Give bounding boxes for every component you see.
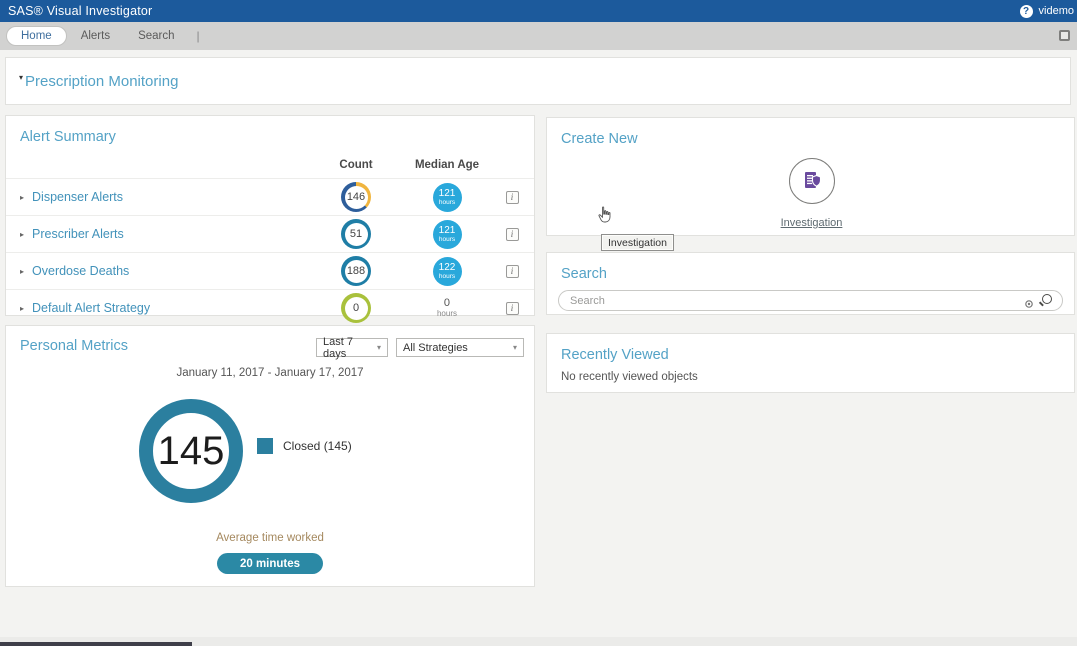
table-row: ▸ Prescriber Alerts 51 121hours i [6, 215, 534, 252]
personal-metrics-panel: Personal Metrics Last 7 days ▾ All Strat… [5, 325, 535, 587]
median-age-badge: 121hours [433, 220, 462, 249]
expand-caret-icon[interactable]: ▸ [20, 267, 24, 276]
tab-search[interactable]: Search [124, 27, 188, 45]
alert-summary-panel: Alert Summary Count Median Age ▸ Dispens… [5, 115, 535, 316]
count-value: 188 [345, 260, 368, 283]
closed-alerts-donut-chart: 145 [139, 399, 243, 503]
strategy-dropdown[interactable]: All Strategies ▾ [396, 338, 524, 357]
investigation-tooltip: Investigation [601, 234, 674, 251]
create-investigation-item[interactable]: Investigation [769, 158, 854, 231]
table-row: ▸ Default Alert Strategy 0 0hours i [6, 289, 534, 326]
tab-bar: Home Alerts Search | [0, 22, 1077, 50]
legend-label: Closed (145) [283, 439, 352, 453]
tab-divider: | [197, 29, 200, 43]
count-ring: 0 [341, 293, 371, 323]
count-value: 51 [345, 223, 368, 246]
count-value: 0 [345, 297, 368, 320]
info-icon[interactable]: i [506, 228, 519, 241]
count-ring: 188 [341, 256, 371, 286]
search-options-gear-icon[interactable] [1024, 296, 1034, 314]
display-icon[interactable] [1059, 30, 1070, 41]
info-icon[interactable]: i [506, 302, 519, 315]
info-icon[interactable]: i [506, 265, 519, 278]
time-range-dropdown[interactable]: Last 7 days ▾ [316, 338, 388, 357]
create-new-title: Create New [561, 131, 638, 147]
create-new-panel: Create New Investigation [546, 117, 1075, 236]
expand-caret-icon[interactable]: ▸ [20, 304, 24, 313]
alert-type-link[interactable]: Default Alert Strategy [32, 301, 150, 315]
search-title: Search [561, 266, 607, 282]
alert-type-link[interactable]: Prescriber Alerts [32, 227, 124, 241]
investigation-link[interactable]: Investigation [781, 217, 843, 229]
tab-alerts[interactable]: Alerts [67, 27, 124, 45]
table-row: ▸ Overdose Deaths 188 122hours i [6, 252, 534, 289]
expand-caret-icon[interactable]: ▸ [20, 230, 24, 239]
user-menu[interactable]: videmo [1039, 5, 1074, 17]
median-age-badge: 122hours [433, 257, 462, 286]
search-icon[interactable] [1042, 294, 1052, 304]
alert-type-link[interactable]: Dispenser Alerts [32, 190, 123, 204]
recently-viewed-empty-message: No recently viewed objects [547, 364, 1074, 383]
recently-viewed-panel: Recently Viewed No recently viewed objec… [546, 333, 1075, 393]
count-ring: 146 [341, 182, 371, 212]
search-panel: Search [546, 252, 1075, 315]
collapse-caret-icon[interactable]: ▾ [19, 73, 23, 82]
count-column-header: Count [308, 159, 404, 171]
workspace-band: ▾ Prescription Monitoring [5, 57, 1071, 105]
tab-home[interactable]: Home [6, 26, 67, 46]
personal-metrics-title: Personal Metrics [20, 338, 128, 354]
app-title: SAS® Visual Investigator [8, 4, 152, 18]
chevron-down-icon: ▾ [507, 343, 517, 352]
progress-bar [0, 642, 192, 646]
median-age-column-header: Median Age [404, 159, 490, 171]
workspace-title: Prescription Monitoring [25, 73, 178, 90]
expand-caret-icon[interactable]: ▸ [20, 193, 24, 202]
app-window: SAS® Visual Investigator ? videmo Home A… [0, 0, 1077, 646]
alert-type-link[interactable]: Overdose Deaths [32, 264, 129, 278]
median-age-badge: 121hours [433, 183, 462, 212]
alert-table-header: Count Median Age [6, 152, 534, 178]
chart-legend: Closed (145) [257, 438, 352, 454]
legend-swatch [257, 438, 273, 454]
recently-viewed-title: Recently Viewed [561, 347, 669, 363]
donut-center-value: 145 [158, 429, 225, 474]
info-icon[interactable]: i [506, 191, 519, 204]
average-time-label: Average time worked [6, 532, 534, 544]
date-range-label: January 11, 2017 - January 17, 2017 [6, 367, 534, 379]
app-header: SAS® Visual Investigator ? videmo [0, 0, 1077, 22]
count-value: 146 [345, 186, 368, 209]
count-ring: 51 [341, 219, 371, 249]
table-row: ▸ Dispenser Alerts 146 121hours i [6, 178, 534, 215]
alert-summary-title: Alert Summary [20, 129, 116, 145]
average-time-value: 20 minutes [217, 553, 323, 574]
help-icon[interactable]: ? [1020, 5, 1033, 18]
chevron-down-icon: ▾ [371, 343, 381, 352]
search-box[interactable] [558, 290, 1063, 311]
search-input[interactable] [570, 295, 1020, 307]
hand-pointer-cursor-icon [598, 206, 612, 228]
investigation-icon[interactable] [789, 158, 835, 204]
median-age-text: 0hours [437, 298, 457, 318]
